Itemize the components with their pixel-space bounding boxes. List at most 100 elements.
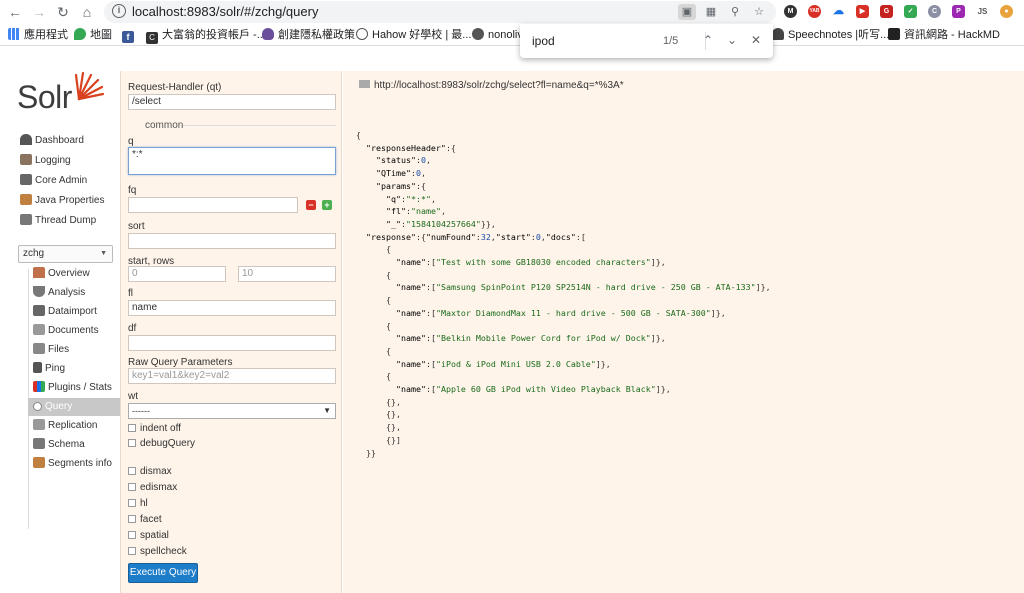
checkbox-icon[interactable] <box>128 467 136 475</box>
checkbox-icon[interactable] <box>128 424 136 432</box>
bookmark-hackmd[interactable]: 資訊網路 - HackMD <box>888 28 1000 42</box>
doc-name: Test with some GB18030 encoded character… <box>440 257 646 268</box>
wt-label: wt <box>128 391 138 402</box>
core-menu-replication[interactable]: Replication <box>28 417 120 435</box>
browser-toolbar: ← → ↻ ⌂ i localhost:8983/solr/#/zchg/que… <box>0 0 1024 24</box>
q-textarea[interactable]: *:* <box>128 147 336 175</box>
reload-icon[interactable]: ↻ <box>54 3 72 21</box>
checkbox-icon[interactable] <box>128 439 136 447</box>
param-fl-value: name <box>415 206 436 217</box>
back-icon[interactable]: ← <box>6 3 24 21</box>
bookmark-hahow[interactable]: Hahow 好學校 | 最... <box>356 28 471 42</box>
bookmark-privacy[interactable]: 創建隱私權政策 <box>262 28 355 42</box>
core-menu-query[interactable]: Query <box>28 398 120 416</box>
core-menu-segments-info[interactable]: Segments info <box>28 455 120 473</box>
start-value: 0 <box>535 231 541 242</box>
rows-input[interactable]: 10 <box>238 266 336 282</box>
bookmark-investment[interactable]: C 大富翁的投資帳戶 -... <box>146 28 266 44</box>
home-icon <box>33 267 45 278</box>
ping-icon <box>33 362 42 373</box>
extension-js-icon[interactable]: JS <box>976 5 989 18</box>
bookmark-maps[interactable]: 地圖 <box>74 28 112 42</box>
files-icon <box>33 343 45 354</box>
checkbox-icon[interactable] <box>128 483 136 491</box>
doc-name: iPod & iPod Mini USB 2.0 Cable <box>440 358 591 369</box>
solr-sun-icon <box>74 71 105 101</box>
checkbox-icon[interactable] <box>128 499 136 507</box>
edismax-checkbox[interactable]: edismax <box>128 482 177 493</box>
fl-label: fl <box>128 288 133 299</box>
find-close-icon[interactable]: ✕ <box>748 32 764 48</box>
extension-yab-icon[interactable]: YAB <box>808 5 821 18</box>
core-menu-documents[interactable]: Documents <box>28 322 120 340</box>
qt-label: Request-Handler (qt) <box>128 82 222 93</box>
add-fq-icon[interactable]: + <box>322 200 332 210</box>
checkbox-icon[interactable] <box>128 547 136 555</box>
facet-checkbox[interactable]: facet <box>128 514 162 525</box>
sort-input[interactable] <box>128 233 336 249</box>
person-icon <box>772 28 784 40</box>
solr-logo[interactable]: Solr <box>17 69 107 119</box>
df-label: df <box>128 323 137 334</box>
core-menu-files[interactable]: Files <box>28 341 120 359</box>
bookmark-nonoliv[interactable]: nonoliv <box>472 28 523 42</box>
checkbox-icon[interactable] <box>128 515 136 523</box>
checkbox-icon[interactable] <box>128 531 136 539</box>
translate-icon[interactable]: ▦ <box>702 4 720 20</box>
find-in-page-icon[interactable]: ▣ <box>678 4 696 20</box>
remove-fq-icon[interactable]: − <box>306 200 316 210</box>
menu-thread-dump[interactable]: Thread Dump <box>20 212 96 230</box>
extension-cookie-icon[interactable]: ● <box>1000 5 1013 18</box>
indent-checkbox[interactable]: indent off <box>128 423 181 434</box>
df-input[interactable] <box>128 335 336 351</box>
param-underscore-value: 1584104257664 <box>410 218 476 229</box>
core-menu-overview[interactable]: Overview <box>28 265 120 283</box>
dismax-checkbox[interactable]: dismax <box>128 466 172 477</box>
forward-icon[interactable]: → <box>30 3 48 21</box>
spatial-checkbox[interactable]: spatial <box>128 530 169 541</box>
menu-core-admin[interactable]: Core Admin <box>20 172 87 190</box>
extension-c-icon[interactable]: C <box>928 5 941 18</box>
core-menu-plugins-stats[interactable]: Plugins / Stats <box>28 379 120 397</box>
find-count: 1/5 <box>663 35 679 47</box>
home-icon[interactable]: ⌂ <box>78 3 96 21</box>
menu-java-properties[interactable]: Java Properties <box>20 192 104 210</box>
bookmark-apps[interactable]: 應用程式 <box>8 28 68 42</box>
extension-video-icon[interactable]: ▶ <box>856 5 869 18</box>
qt-input[interactable]: /select <box>128 94 336 110</box>
debug-query-checkbox[interactable]: debugQuery <box>128 438 195 449</box>
menu-logging[interactable]: Logging <box>20 152 71 170</box>
bookmark-star-icon[interactable]: ☆ <box>750 4 768 20</box>
core-menu-analysis[interactable]: Analysis <box>28 284 120 302</box>
extension-m-icon[interactable]: M <box>784 5 797 18</box>
doc-name: Belkin Mobile Power Cord for iPod w/ Doc… <box>440 333 646 344</box>
hl-checkbox[interactable]: hl <box>128 498 148 509</box>
fq-input[interactable] <box>128 197 298 213</box>
core-menu-dataimport[interactable]: Dataimport <box>28 303 120 321</box>
menu-dashboard[interactable]: Dashboard <box>20 132 84 150</box>
result-url-link[interactable]: http://localhost:8983/solr/zchg/select?f… <box>359 80 624 91</box>
core-selector[interactable]: zchg ▼ <box>18 245 113 263</box>
bookmarks-bar: 應用程式 地圖 f C 大富翁的投資帳戶 -... 創建隱私權政策 Hahow 好… <box>0 24 1024 46</box>
start-input[interactable]: 0 <box>128 266 226 282</box>
core-menu-schema[interactable]: Schema <box>28 436 120 454</box>
bookmark-speechnotes[interactable]: Speechnotes |听写... <box>772 28 889 42</box>
extension-g-icon[interactable]: G <box>880 5 893 18</box>
find-previous-icon[interactable]: ⌃ <box>700 32 716 48</box>
raw-params-input[interactable]: key1=val1&key2=val2 <box>128 368 336 384</box>
bookmark-facebook[interactable]: f <box>122 28 138 43</box>
extension-purple-icon[interactable]: P <box>952 5 965 18</box>
wt-select[interactable]: ------ ▼ <box>128 403 336 419</box>
address-bar[interactable]: i localhost:8983/solr/#/zchg/query ▣ ▦ ⚲… <box>104 1 776 23</box>
find-input[interactable]: ipod <box>532 34 555 48</box>
zoom-icon[interactable]: ⚲ <box>726 4 744 20</box>
extension-cloud-icon[interactable]: ☁ <box>832 5 845 18</box>
find-next-icon[interactable]: ⌄ <box>724 32 740 48</box>
site-info-icon[interactable]: i <box>112 4 126 18</box>
spellcheck-checkbox[interactable]: spellcheck <box>128 546 187 557</box>
qtime-value: 0 <box>415 168 421 179</box>
execute-query-button[interactable]: Execute Query <box>128 563 198 583</box>
core-menu-ping[interactable]: Ping <box>28 360 120 378</box>
fl-input[interactable]: name <box>128 300 336 316</box>
extension-shield-icon[interactable]: ✓ <box>904 5 917 18</box>
